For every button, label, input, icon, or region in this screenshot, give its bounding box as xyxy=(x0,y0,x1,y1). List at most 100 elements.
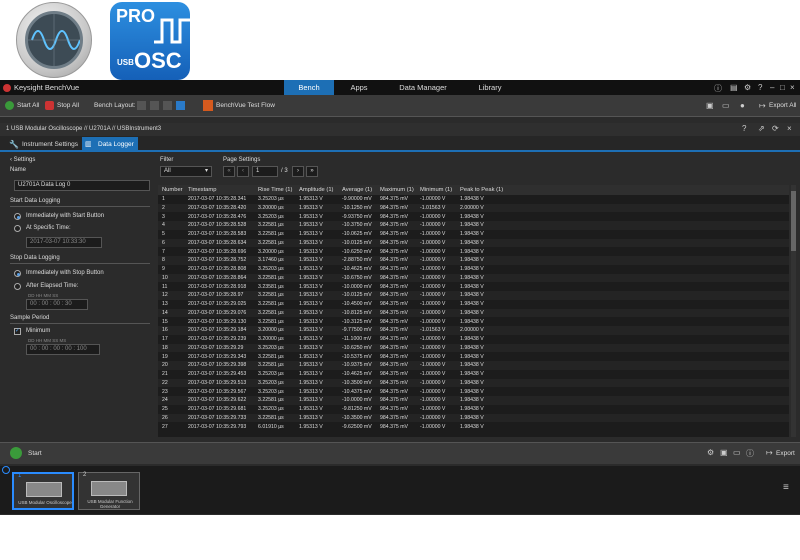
test-flow-button[interactable]: BenchVue Test Flow xyxy=(216,102,275,109)
start-immediately-radio[interactable] xyxy=(14,213,21,220)
last-page-button[interactable]: » xyxy=(306,166,318,177)
export-all-button[interactable]: Export All xyxy=(769,102,796,109)
tab-apps[interactable]: Apps xyxy=(336,80,382,95)
folder-icon[interactable]: ▭ xyxy=(722,101,730,110)
table-row[interactable]: 15 2017-03-07 10:35:29.130 3.22581 µs 1.953… xyxy=(158,318,789,327)
menu-icon[interactable]: ≡ xyxy=(783,482,789,493)
help-icon[interactable]: ? xyxy=(742,124,746,133)
table-row[interactable]: 21 2017-03-07 10:35:29.453 3.25203 µs 1.953… xyxy=(158,370,789,379)
table-row[interactable]: 6 2017-03-07 10:35:28.634 3.22581 µs 1.9531… xyxy=(158,238,789,248)
scrollbar-thumb[interactable] xyxy=(791,191,796,251)
table-row[interactable]: 13 2017-03-07 10:35:29.025 3.22581 µs 1.953… xyxy=(158,300,789,309)
gear-icon[interactable]: ⚙ xyxy=(744,83,751,92)
start-specific-time-radio[interactable] xyxy=(14,225,21,232)
close-icon[interactable]: × xyxy=(790,83,795,92)
table-row[interactable]: 27 2017-03-07 10:35:29.793 6.01910 µs 1.953… xyxy=(158,423,789,432)
column-header[interactable]: Peak to Peak (1) xyxy=(460,187,503,193)
minimize-icon[interactable]: – xyxy=(770,83,774,92)
table-row[interactable]: 18 2017-03-07 10:35:29.29 3.25203 µs 1.9531… xyxy=(158,343,789,353)
palette-icon[interactable]: ● xyxy=(740,101,745,110)
info-icon[interactable]: ⓘ xyxy=(746,448,754,459)
test-flow-icon[interactable] xyxy=(203,100,213,111)
tab-data-manager[interactable]: Data Manager xyxy=(388,80,458,95)
next-page-button[interactable]: › xyxy=(292,166,304,177)
export-icon[interactable]: ↦ xyxy=(759,101,766,110)
table-row[interactable]: 24 2017-03-07 10:35:29.622 3.22581 µs 1.953… xyxy=(158,396,789,405)
table-row[interactable]: 19 2017-03-07 10:35:29.343 3.22581 µs 1.953… xyxy=(158,353,789,362)
table-row[interactable]: 2 2017-03-07 10:35:28.420 3.20000 µs 1.9531… xyxy=(158,203,789,213)
layout-option-3[interactable] xyxy=(163,101,172,110)
export-icon[interactable]: ↦ xyxy=(766,448,773,457)
table-cell: 6 xyxy=(162,239,165,246)
start-icon[interactable] xyxy=(10,447,22,459)
refresh-icon[interactable]: ⟳ xyxy=(772,124,779,133)
start-time-field[interactable]: 2017-03-07 10:33:30 xyxy=(26,237,102,248)
info-icon[interactable]: ⓘ xyxy=(714,83,722,94)
chat-icon[interactable]: ▤ xyxy=(730,83,738,92)
column-header[interactable]: Amplitude (1) xyxy=(299,187,333,193)
table-row[interactable]: 4 2017-03-07 10:35:28.528 3.22581 µs 1.9531… xyxy=(158,221,789,230)
save-icon[interactable]: ▣ xyxy=(706,101,714,110)
stop-elapsed-radio[interactable] xyxy=(14,283,21,290)
tab-instrument-settings[interactable]: 🔧 Instrument Settings xyxy=(6,137,80,152)
tab-library[interactable]: Library xyxy=(465,80,515,95)
table-row[interactable]: 1 2017-03-07 10:35:28.341 3.25203 µs 1.9531… xyxy=(158,195,789,204)
table-row[interactable]: 11 2017-03-07 10:35:28.918 3.23581 µs 1.953… xyxy=(158,283,789,292)
stop-all-button[interactable]: Stop All xyxy=(57,102,79,109)
column-header[interactable]: Timestamp xyxy=(188,187,216,193)
table-row[interactable]: 8 2017-03-07 10:35:28.752 3.17460 µs 1.9531… xyxy=(158,256,789,265)
table-row[interactable]: 26 2017-03-07 10:35:29.733 3.22581 µs 1.953… xyxy=(158,413,789,423)
table-row[interactable]: 9 2017-03-07 10:35:28.808 3.25203 µs 1.9531… xyxy=(158,265,789,274)
table-row[interactable]: 14 2017-03-07 10:35:29.076 3.22581 µs 1.953… xyxy=(158,308,789,318)
table-scrollbar[interactable] xyxy=(791,185,796,437)
table-row[interactable]: 3 2017-03-07 10:35:28.476 3.25203 µs 1.9531… xyxy=(158,213,789,222)
sample-period-field[interactable]: 00 : 00 : 00 : 00 : 100 xyxy=(26,344,100,355)
tab-data-logger[interactable]: ▥ Data Logger xyxy=(82,137,138,152)
table-row[interactable]: 10 2017-03-07 10:35:28.864 3.22581 µs 1.953… xyxy=(158,273,789,283)
tab-bench[interactable]: Bench xyxy=(284,80,334,95)
name-field[interactable]: U2701A Data Log 0 xyxy=(14,180,150,191)
layout-option-4[interactable] xyxy=(176,101,185,110)
stop-all-icon[interactable] xyxy=(45,101,54,110)
layout-option-2[interactable] xyxy=(150,101,159,110)
table-row[interactable]: 25 2017-03-07 10:35:29.681 3.25203 µs 1.953… xyxy=(158,405,789,414)
gear-icon[interactable]: ⚙ xyxy=(707,448,714,457)
save-icon[interactable]: ▣ xyxy=(720,448,728,457)
column-header[interactable]: Average (1) xyxy=(342,187,372,193)
column-header[interactable]: Number xyxy=(162,187,183,193)
table-cell: 11 xyxy=(162,283,168,290)
table-row[interactable]: 22 2017-03-07 10:35:29.513 3.25203 µs 1.953… xyxy=(158,378,789,388)
start-all-button[interactable]: Start All xyxy=(17,102,39,109)
start-button[interactable]: Start xyxy=(28,450,42,457)
table-row[interactable]: 16 2017-03-07 10:35:29.184 3.20000 µs 1.953… xyxy=(158,326,789,335)
table-row[interactable]: 12 2017-03-07 10:35:28.97 3.22581 µs 1.9531… xyxy=(158,291,789,300)
filter-select[interactable]: All ▾ xyxy=(160,166,212,177)
column-header[interactable]: Minimum (1) xyxy=(420,187,452,193)
first-page-button[interactable]: « xyxy=(223,166,235,177)
table-row[interactable]: 20 2017-03-07 10:35:29.398 3.22581 µs 1.953… xyxy=(158,361,789,370)
export-button[interactable]: Export xyxy=(776,450,795,457)
start-all-icon[interactable] xyxy=(5,101,14,110)
maximize-icon[interactable]: □ xyxy=(780,83,785,92)
column-header[interactable]: Maximum (1) xyxy=(380,187,414,193)
close-icon[interactable]: × xyxy=(787,124,792,133)
collapse-icon[interactable] xyxy=(2,466,10,474)
elapsed-time-field[interactable]: 00 : 00 : 00 : 30 xyxy=(26,299,88,310)
stop-immediately-radio[interactable] xyxy=(14,270,21,277)
table-row[interactable]: 17 2017-03-07 10:35:29.239 3.20000 µs 1.953… xyxy=(158,335,789,344)
popout-icon[interactable]: ⇗ xyxy=(758,124,765,133)
page-number-input[interactable]: 1 xyxy=(252,166,278,177)
column-header[interactable]: Rise Time (1) xyxy=(258,187,292,193)
folder-icon[interactable]: ▭ xyxy=(733,448,741,457)
table-row[interactable]: 23 2017-03-07 10:35:29.567 3.25203 µs 1.953… xyxy=(158,388,789,397)
settings-header[interactable]: ‹ Settings xyxy=(10,157,35,163)
instrument-thumb-function-generator[interactable]: 2 USB Modular Function Generator xyxy=(78,472,140,510)
table-row[interactable]: 5 2017-03-07 10:35:28.583 3.22581 µs 1.9531… xyxy=(158,230,789,239)
instrument-thumb-oscilloscope[interactable]: 1 USB Modular Oscilloscope xyxy=(12,472,74,510)
help-icon[interactable]: ? xyxy=(758,83,762,92)
table-cell: -1.00000 V xyxy=(420,406,446,412)
layout-option-1[interactable] xyxy=(137,101,146,110)
table-row[interactable]: 7 2017-03-07 10:35:28.696 3.20000 µs 1.9531… xyxy=(158,248,789,257)
prev-page-button[interactable]: ‹ xyxy=(237,166,249,177)
minimum-checkbox[interactable]: ✓ xyxy=(14,328,21,335)
